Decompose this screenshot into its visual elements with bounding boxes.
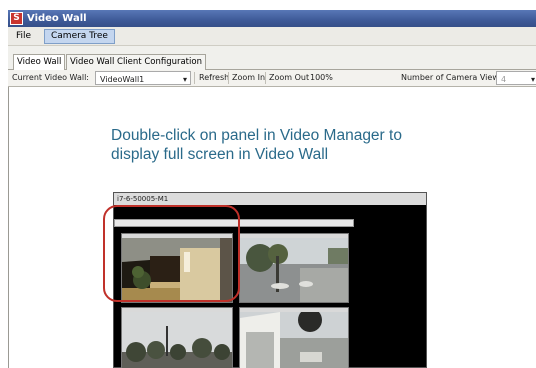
window-title: Video Wall — [27, 13, 87, 24]
toolbar-divider — [194, 72, 195, 84]
camera-view-2[interactable] — [239, 233, 349, 303]
chevron-down-icon: ▾ — [182, 75, 187, 84]
chevron-down-icon: ▾ — [530, 75, 535, 84]
camera-view-titlebar — [240, 234, 348, 238]
highlight-annotation — [103, 205, 240, 302]
camera-view-3[interactable] — [121, 307, 233, 368]
camera-feed-image — [122, 312, 232, 368]
menu-file[interactable]: File — [16, 31, 31, 41]
toolbar: Current Video Wall: VideoWall1 ▾ Refresh… — [8, 70, 536, 87]
camera-view-4[interactable] — [239, 307, 349, 368]
camera-views-value: 4 — [501, 75, 507, 84]
camera-feed-image — [240, 308, 348, 368]
camera-views-label: Number of Camera Views — [401, 73, 504, 82]
toolbar-divider — [265, 72, 266, 84]
current-video-wall-label: Current Video Wall: — [12, 73, 89, 82]
zoom-in-button[interactable]: Zoom In — [232, 73, 265, 82]
toolbar-divider — [228, 72, 229, 84]
camera-feed-image — [240, 238, 348, 302]
menu-camera-tree[interactable]: Camera Tree — [44, 29, 115, 44]
camera-view-titlebar — [122, 308, 232, 312]
refresh-button[interactable]: Refresh — [199, 73, 229, 82]
window-edge — [8, 87, 9, 368]
instruction-text: Double-click on panel in Video Manager t… — [111, 127, 402, 163]
camera-view-titlebar — [240, 308, 348, 312]
zoom-level: 100% — [310, 73, 333, 82]
video-wall-header: i7-6-50005-M1 — [114, 193, 426, 205]
tab-strip: Video Wall Video Wall Client Configurati… — [8, 46, 536, 70]
video-wall-select-value: VideoWall1 — [100, 75, 145, 84]
camera-views-select[interactable]: 4 ▾ — [496, 71, 536, 85]
app-icon: S — [10, 12, 23, 25]
zoom-out-button[interactable]: Zoom Out — [269, 73, 309, 82]
video-wall-select[interactable]: VideoWall1 ▾ — [95, 71, 191, 85]
menu-bar: File Camera Tree — [8, 27, 536, 46]
tab-video-wall-client-configuration[interactable]: Video Wall Client Configuration — [66, 54, 206, 70]
title-bar: S Video Wall — [8, 10, 536, 27]
tab-video-wall[interactable]: Video Wall — [13, 54, 66, 70]
